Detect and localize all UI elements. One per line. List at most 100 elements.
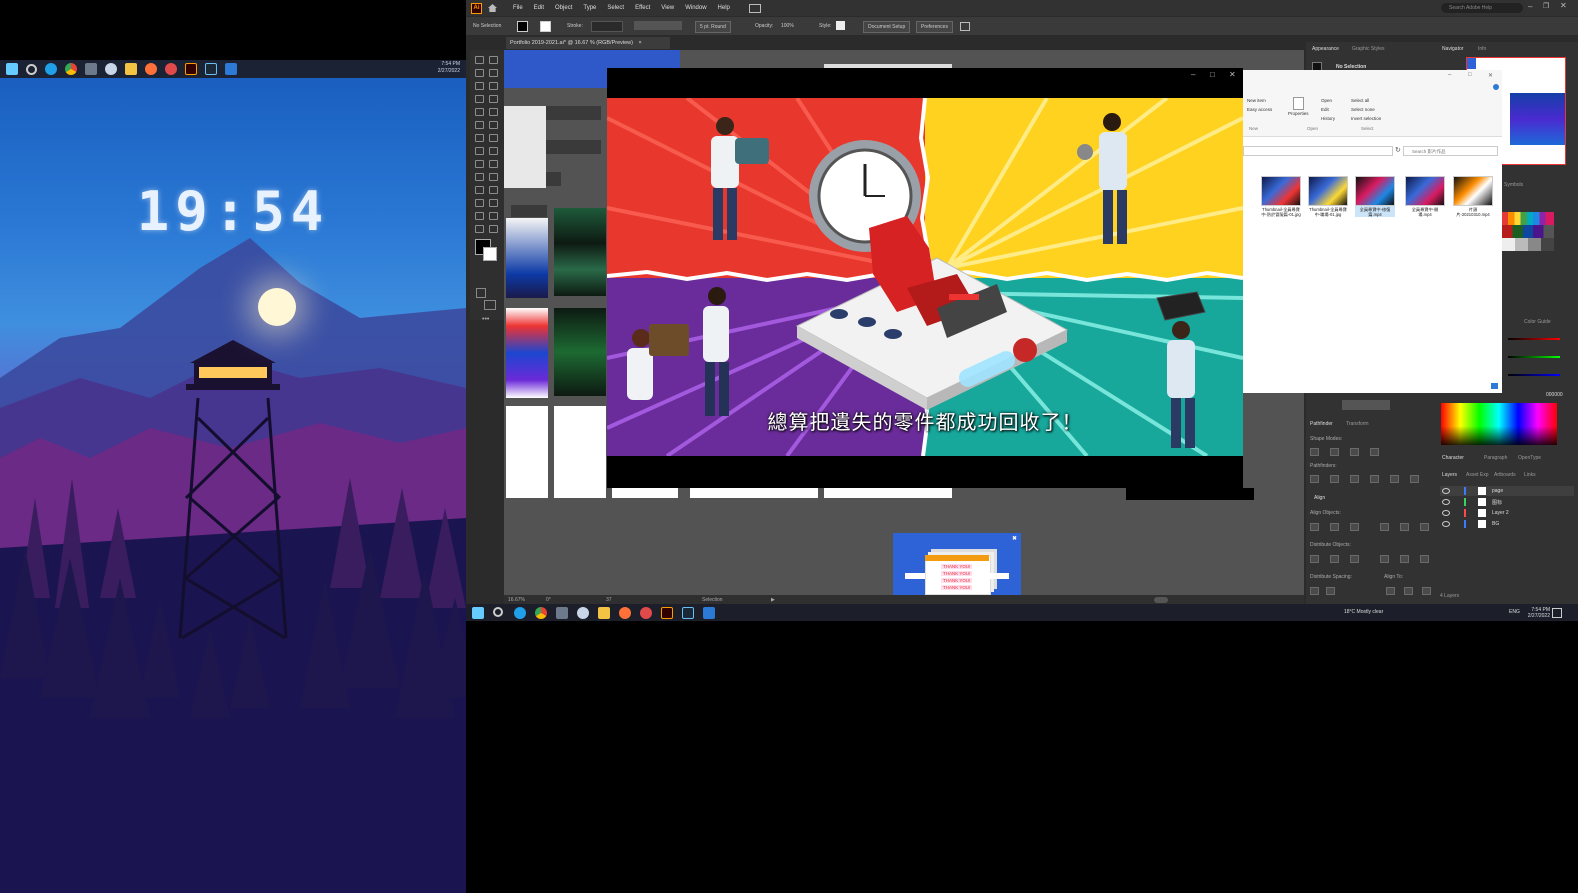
calculator-icon[interactable] [85,63,97,75]
menu-view[interactable]: View [661,5,674,11]
scale-tool-icon[interactable] [489,134,498,142]
shape-builder-tool-icon[interactable] [475,160,484,168]
symbol-sprayer-tool-icon[interactable] [475,199,484,207]
distribute-left-icon[interactable] [1380,555,1389,563]
artboard[interactable] [824,488,952,498]
unite-icon[interactable] [1310,448,1319,456]
edge-icon[interactable] [514,607,526,619]
free-transform-tool-icon[interactable] [489,147,498,155]
gradient-tool-icon[interactable] [489,173,498,181]
video-close-icon[interactable]: ✕ [1229,70,1236,79]
weather-widget[interactable]: 18°C Mostly clear [1344,609,1383,615]
eye-icon[interactable] [1442,510,1450,516]
windows-start-icon[interactable] [472,607,484,619]
slice-tool-icon[interactable] [489,212,498,220]
view-toggle-icon[interactable] [1491,383,1498,389]
perspective-grid-tool-icon[interactable] [489,160,498,168]
fill-swatch[interactable] [517,21,528,32]
opacity-slider[interactable] [1342,400,1390,410]
windows-start-icon[interactable] [6,63,18,75]
transform-tab[interactable]: Transform [1346,421,1369,427]
easy-access-button[interactable]: Easy access [1247,107,1272,112]
align-bottom-icon[interactable] [1420,523,1429,531]
distribute-bottom-icon[interactable] [1350,555,1359,563]
open-button[interactable]: Open [1321,98,1332,103]
vertical-spacing-icon[interactable] [1310,587,1319,595]
select-none-button[interactable]: Select none [1351,107,1375,112]
hex-value[interactable]: 000000 [1546,392,1563,398]
video-frame[interactable]: 總算把遺失的零件都成功回收了！ [607,98,1243,456]
steam-app-icon[interactable] [205,63,217,75]
invert-selection-button[interactable]: Invert selection [1351,116,1381,121]
media-player-icon[interactable] [703,607,715,619]
curvature-tool-icon[interactable] [489,82,498,90]
menu-help[interactable]: Help [718,5,730,11]
layer-row[interactable]: 图标 [1440,497,1574,507]
document-setup-button[interactable]: Document Setup [863,21,911,33]
stroke-weight-field[interactable] [591,21,623,32]
refresh-icon[interactable]: ↻ [1395,146,1401,154]
paintbrush-tool-icon[interactable] [489,108,498,116]
align-left-icon[interactable] [1310,523,1319,531]
preview-popup[interactable]: ✖ THANK YOU! THANK YOU! THANK YOU! THANK… [893,533,1021,595]
home-icon[interactable] [488,4,497,12]
steam-icon[interactable] [105,63,117,75]
artboard[interactable] [554,208,606,296]
video-minimize-icon[interactable]: – [1191,70,1195,79]
artboard[interactable] [506,218,548,298]
explorer-search-input[interactable]: Search 影片作品 [1403,146,1498,156]
thank-you-button[interactable]: THANK YOU! [941,564,973,569]
right-taskbar-clock[interactable]: 7:54 PM 2/27/2022 [1528,607,1550,619]
eyedropper-tool-icon[interactable] [475,186,484,194]
asset-export-tab[interactable]: Asset Exp [1466,472,1489,478]
file-item[interactable]: 全員尋寶中-修復篇.mp4 [1355,176,1395,217]
media-player-icon[interactable] [225,63,237,75]
paragraph-tab[interactable]: Paragraph [1484,455,1507,461]
align-top-icon[interactable] [1380,523,1389,531]
illustrator-icon[interactable] [185,63,197,75]
layer-row[interactable]: BG [1440,519,1574,529]
type-tool-icon[interactable] [475,95,484,103]
distribute-vcenter-icon[interactable] [1330,555,1339,563]
mesh-tool-icon[interactable] [475,173,484,181]
history-button[interactable]: History [1321,116,1335,121]
draw-mode-icon[interactable] [476,288,486,298]
distribute-right-icon[interactable] [1420,555,1429,563]
rotate-tool-icon[interactable] [475,134,484,142]
workspace-switcher-icon[interactable] [748,3,761,13]
distribute-top-icon[interactable] [1310,555,1319,563]
pathfinder-tab[interactable]: Pathfinder [1310,421,1333,427]
style-swatch[interactable] [836,21,845,30]
thank-you-button[interactable]: THANK YOU! [941,578,973,583]
stroke-color-box[interactable] [483,247,497,261]
explorer-minimize-icon[interactable]: – [1448,72,1451,78]
pen-tool-icon[interactable] [475,82,484,90]
select-all-button[interactable]: Select all [1351,98,1369,103]
divide-icon[interactable] [1310,475,1319,483]
video-maximize-icon[interactable]: □ [1210,70,1215,79]
calculator-icon[interactable] [556,607,568,619]
left-taskbar-clock[interactable]: 7:54 PM 2/27/2022 [438,61,460,75]
chrome-icon[interactable] [535,607,547,619]
shaper-tool-icon[interactable] [475,121,484,129]
menu-object[interactable]: Object [555,5,572,11]
opacity-value[interactable]: 100% [781,21,794,31]
lasso-tool-icon[interactable] [489,69,498,77]
align-to-selection-icon[interactable] [1386,587,1395,595]
thank-you-button[interactable]: THANK YOU! [941,585,973,590]
horizontal-spacing-icon[interactable] [1326,587,1335,595]
variable-width-field[interactable] [634,21,682,30]
properties-button[interactable]: Properties [1288,111,1309,116]
green-slider[interactable] [1508,356,1560,358]
menu-edit[interactable]: Edit [534,5,544,11]
crop-icon[interactable] [1370,475,1379,483]
color-spectrum[interactable] [1441,403,1557,445]
direct-selection-tool-icon[interactable] [489,56,498,64]
artboard[interactable] [554,406,606,498]
intersect-icon[interactable] [1350,448,1359,456]
menu-file[interactable]: File [513,5,523,11]
chrome-icon[interactable] [65,63,77,75]
eraser-tool-icon[interactable] [489,121,498,129]
file-explorer-icon[interactable] [598,607,610,619]
blue-slider[interactable] [1508,374,1560,376]
